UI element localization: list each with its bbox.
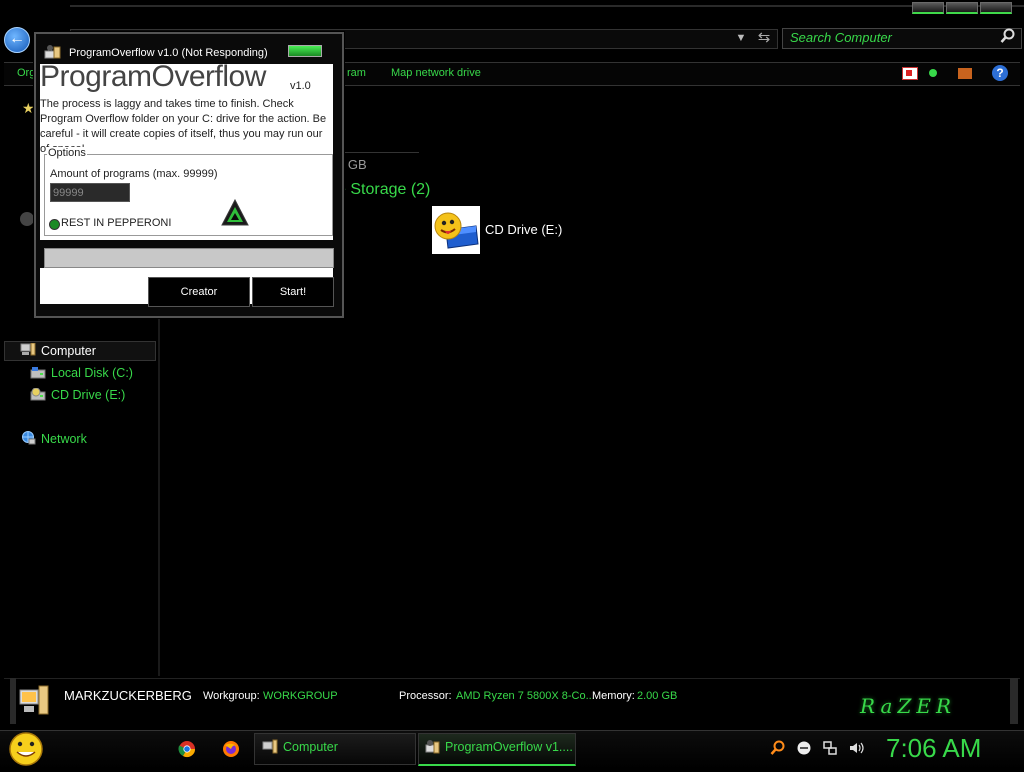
minus-circle-icon[interactable] xyxy=(796,740,812,756)
hard-drive-icon xyxy=(30,366,46,380)
dialog-title: ProgramOverflow v1.0 (Not Responding) xyxy=(69,47,268,59)
start-button-dialog[interactable]: Start! xyxy=(252,277,334,307)
address-dropdown-icon[interactable]: ▼ xyxy=(734,30,748,46)
group-divider xyxy=(337,152,419,153)
maximize-button[interactable] xyxy=(946,2,978,14)
programoverflow-app-icon xyxy=(425,739,441,755)
amount-label: Amount of programs (max. 99999) xyxy=(50,168,218,180)
options-legend: Options xyxy=(47,147,87,159)
cd-drive-icon xyxy=(30,387,46,402)
dialog-progress-bar xyxy=(44,248,334,268)
creator-button[interactable]: Creator xyxy=(148,277,250,307)
processor-label: Processor: xyxy=(399,690,452,702)
network-icon xyxy=(20,431,36,445)
removable-storage-header[interactable]: e Storage (2) xyxy=(337,181,430,199)
nav-item-cd-drive[interactable]: CD Drive (E:) xyxy=(51,388,125,402)
explorer-title-bar xyxy=(0,0,1024,26)
minimize-button[interactable] xyxy=(912,2,944,14)
close-button[interactable] xyxy=(980,2,1012,14)
chrome-icon[interactable] xyxy=(178,740,196,758)
dialog-version: v1.0 xyxy=(290,80,311,92)
window-controls xyxy=(912,2,1012,14)
back-button[interactable]: ← xyxy=(4,27,30,53)
nav-computer-label: Computer xyxy=(41,344,96,358)
organize-button[interactable]: Org xyxy=(17,67,35,79)
processor-value: AMD Ryzen 7 5800X 8-Co... xyxy=(456,690,595,702)
dialog-close-button[interactable] xyxy=(288,45,322,57)
map-network-drive-button[interactable]: Map network drive xyxy=(391,67,481,79)
flag-icon[interactable] xyxy=(902,66,918,80)
search-placeholder: Search Computer xyxy=(790,30,892,45)
computer-name: MARKZUCKERBERG xyxy=(64,688,192,703)
search-icon[interactable] xyxy=(1000,28,1018,46)
nav-item-local-disk[interactable]: Local Disk (C:) xyxy=(51,366,133,380)
libraries-icon[interactable] xyxy=(20,212,34,226)
nav-item-network[interactable]: Network xyxy=(41,432,87,446)
rest-in-pepperoni-radio[interactable] xyxy=(49,219,60,230)
help-icon[interactable]: ? xyxy=(992,65,1008,81)
cd-drive-tile-label[interactable]: CD Drive (E:) xyxy=(485,222,562,237)
title-bar-divider xyxy=(70,5,1024,7)
taskbar-clock[interactable]: 7:06 AM xyxy=(886,733,981,764)
volume-icon[interactable] xyxy=(848,740,864,756)
programoverflow-app-icon xyxy=(44,44,62,60)
amount-input[interactable]: 99999 xyxy=(50,183,130,202)
dialog-heading: ProgramOverflow xyxy=(40,60,266,93)
details-pane-left-edge xyxy=(10,678,16,724)
refresh-icon[interactable]: ⇆ xyxy=(754,28,774,48)
details-pane-right-edge xyxy=(1010,678,1018,724)
memory-value: 2.00 GB xyxy=(637,690,678,702)
start-button[interactable] xyxy=(6,731,46,767)
memory-label: Memory: xyxy=(592,690,635,702)
status-dot-icon[interactable] xyxy=(929,69,937,77)
view-options xyxy=(902,65,972,81)
rest-in-pepperoni-label[interactable]: REST IN PEPPERONI xyxy=(61,217,171,229)
system-tray xyxy=(770,738,864,758)
network-status-icon[interactable] xyxy=(822,740,838,756)
firefox-icon[interactable] xyxy=(222,740,240,758)
razer-triangle-logo-icon xyxy=(220,198,250,228)
razer-logo: RaZER xyxy=(860,694,956,718)
favorites-star-icon[interactable]: ★ xyxy=(22,100,35,117)
preview-pane-icon[interactable] xyxy=(958,67,972,79)
workgroup-value: WORKGROUP xyxy=(263,690,338,702)
search-icon[interactable] xyxy=(770,740,786,756)
workgroup-label: Workgroup: xyxy=(203,690,260,702)
computer-icon xyxy=(20,342,36,357)
taskbar-computer-label: Computer xyxy=(283,740,338,754)
cd-drive-tile-icon[interactable] xyxy=(432,206,480,254)
computer-large-icon xyxy=(18,684,50,718)
taskbar-programoverflow-label: ProgramOverflow v1.... xyxy=(445,740,573,754)
computer-icon xyxy=(262,739,278,755)
uninstall-program-button[interactable]: ram xyxy=(347,67,366,79)
